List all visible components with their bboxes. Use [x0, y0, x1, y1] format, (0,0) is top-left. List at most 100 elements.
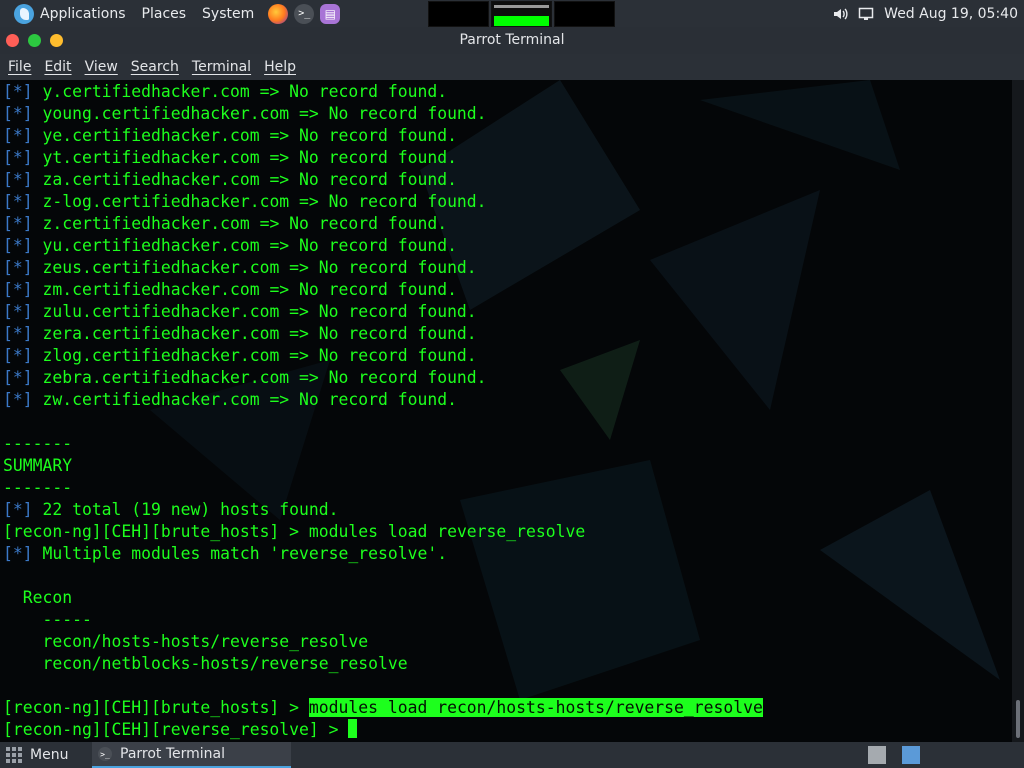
- places-menu[interactable]: Places: [134, 0, 195, 27]
- record-line: [*] y.certifiedhacker.com => No record f…: [3, 81, 763, 103]
- record-text: zebra.certifiedhacker.com => No record f…: [32, 368, 487, 387]
- menubar: File Edit View Search Terminal Help: [0, 54, 1024, 80]
- record-line: [*] zm.certifiedhacker.com => No record …: [3, 279, 763, 301]
- menu-view[interactable]: View: [77, 59, 123, 75]
- record-line: [*] zulu.certifiedhacker.com => No recor…: [3, 301, 763, 323]
- workspace-1[interactable]: [428, 1, 489, 27]
- summary-total: [*] 22 total (19 new) hosts found.: [3, 500, 339, 519]
- menu-search[interactable]: Search: [123, 59, 184, 75]
- display-icon[interactable]: [858, 6, 874, 22]
- star-marker: [*]: [3, 214, 33, 233]
- star-marker: [*]: [3, 368, 33, 387]
- terminal-output[interactable]: [*] y.certifiedhacker.com => No record f…: [0, 80, 1012, 742]
- star-marker: [*]: [3, 170, 33, 189]
- star-marker: [*]: [3, 280, 33, 299]
- record-text: z.certifiedhacker.com => No record found…: [32, 214, 448, 233]
- record-text: zlog.certifiedhacker.com => No record fo…: [32, 346, 477, 365]
- taskbar-item-parrot-terminal[interactable]: >_ Parrot Terminal: [92, 742, 291, 768]
- record-text: y.certifiedhacker.com => No record found…: [32, 82, 448, 101]
- star-marker: [*]: [3, 258, 33, 277]
- text-cursor: [348, 719, 358, 738]
- terminal-task-icon: >_: [98, 747, 112, 761]
- record-line: [*] ye.certifiedhacker.com => No record …: [3, 125, 763, 147]
- menu-help[interactable]: Help: [256, 59, 301, 75]
- record-line: [*] zebra.certifiedhacker.com => No reco…: [3, 367, 763, 389]
- terminal-scrollbar[interactable]: [1012, 80, 1024, 742]
- star-marker: [*]: [3, 324, 33, 343]
- divider-line: -------: [3, 478, 73, 497]
- terminal-text: [*] y.certifiedhacker.com => No record f…: [3, 81, 763, 741]
- prompt: [recon-ng][CEH][brute_hosts] >: [3, 522, 309, 541]
- star-marker: [*]: [3, 346, 33, 365]
- summary-heading: SUMMARY: [3, 456, 73, 475]
- workspace-2[interactable]: [491, 1, 552, 27]
- screenshot-tray-icon[interactable]: [868, 746, 886, 764]
- menu-file[interactable]: File: [0, 59, 36, 75]
- current-prompt-line: [recon-ng][CEH][reverse_resolve] >: [3, 719, 763, 741]
- module-line: recon/netblocks-hosts/reverse_resolve: [3, 654, 408, 673]
- star-marker: [*]: [3, 82, 33, 101]
- record-text: zm.certifiedhacker.com => No record foun…: [32, 280, 457, 299]
- menu-terminal[interactable]: Terminal: [184, 59, 256, 75]
- applications-menu[interactable]: Applications: [6, 0, 134, 27]
- info-line: [*] Multiple modules match 'reverse_reso…: [3, 544, 448, 563]
- firefox-icon[interactable]: [268, 3, 289, 24]
- workspace-3[interactable]: [554, 1, 615, 27]
- record-text: za.certifiedhacker.com => No record foun…: [32, 170, 457, 189]
- system-menu[interactable]: System: [194, 0, 262, 27]
- record-text: z-log.certifiedhacker.com => No record f…: [32, 192, 487, 211]
- star-marker: [*]: [3, 500, 33, 519]
- highlighted-command: modules load recon/hosts-hosts/reverse_r…: [308, 698, 763, 717]
- record-line: [*] yu.certifiedhacker.com => No record …: [3, 235, 763, 257]
- prompt: [recon-ng][CEH][brute_hosts] >: [3, 698, 309, 717]
- module-line: recon/hosts-hosts/reverse_resolve: [3, 632, 369, 651]
- applications-label: Applications: [40, 5, 126, 22]
- record-line: [*] z-log.certifiedhacker.com => No reco…: [3, 191, 763, 213]
- menu-edit[interactable]: Edit: [36, 59, 76, 75]
- parrot-logo-icon: [14, 3, 34, 24]
- clock[interactable]: Wed Aug 19, 05:40: [884, 6, 1018, 22]
- record-line: [*] zlog.certifiedhacker.com => No recor…: [3, 345, 763, 367]
- window-title: Parrot Terminal: [459, 32, 565, 48]
- star-marker: [*]: [3, 236, 33, 255]
- grid-menu-icon: [6, 747, 22, 763]
- record-line: [*] yt.certifiedhacker.com => No record …: [3, 147, 763, 169]
- star-marker: [*]: [3, 126, 33, 145]
- star-marker: [*]: [3, 104, 33, 123]
- top-panel: Applications Places System >_ ▤ Wed Aug …: [0, 0, 1024, 27]
- menu-button[interactable]: Menu: [6, 742, 68, 768]
- record-text: zera.certifiedhacker.com => No record fo…: [32, 324, 477, 343]
- window-titlebar[interactable]: Parrot Terminal: [0, 27, 1024, 54]
- command-line: [recon-ng][CEH][brute_hosts] > modules l…: [3, 697, 763, 719]
- record-line: [*] za.certifiedhacker.com => No record …: [3, 169, 763, 191]
- record-text: yt.certifiedhacker.com => No record foun…: [32, 148, 457, 167]
- star-marker: [*]: [3, 302, 33, 321]
- divider-line: -------: [3, 434, 73, 453]
- record-line: [*] young.certifiedhacker.com => No reco…: [3, 103, 763, 125]
- bottom-panel: Menu >_ Parrot Terminal: [0, 742, 1024, 768]
- prompt: [recon-ng][CEH][reverse_resolve] >: [3, 720, 349, 739]
- record-line: [*] zera.certifiedhacker.com => No recor…: [3, 323, 763, 345]
- terminal-tray-icon[interactable]: [902, 746, 920, 764]
- workspace-switcher: [428, 1, 615, 27]
- command-line: [recon-ng][CEH][brute_hosts] > modules l…: [3, 521, 763, 543]
- record-line: [*] zw.certifiedhacker.com => No record …: [3, 389, 763, 411]
- star-marker: [*]: [3, 192, 33, 211]
- recon-divider: -----: [3, 610, 92, 629]
- star-marker: [*]: [3, 390, 33, 409]
- record-text: young.certifiedhacker.com => No record f…: [32, 104, 487, 123]
- menu-label: Menu: [30, 747, 69, 763]
- record-text: zulu.certifiedhacker.com => No record fo…: [32, 302, 477, 321]
- notes-launcher-icon[interactable]: ▤: [320, 3, 341, 24]
- record-text: ye.certifiedhacker.com => No record foun…: [32, 126, 457, 145]
- task-label: Parrot Terminal: [120, 746, 226, 762]
- command: modules load reverse_resolve: [308, 522, 586, 541]
- volume-icon[interactable]: [832, 6, 848, 22]
- record-text: zw.certifiedhacker.com => No record foun…: [32, 390, 457, 409]
- terminal-launcher-icon[interactable]: >_: [294, 3, 315, 24]
- scrollbar-thumb[interactable]: [1016, 700, 1020, 738]
- star-marker: [*]: [3, 544, 33, 563]
